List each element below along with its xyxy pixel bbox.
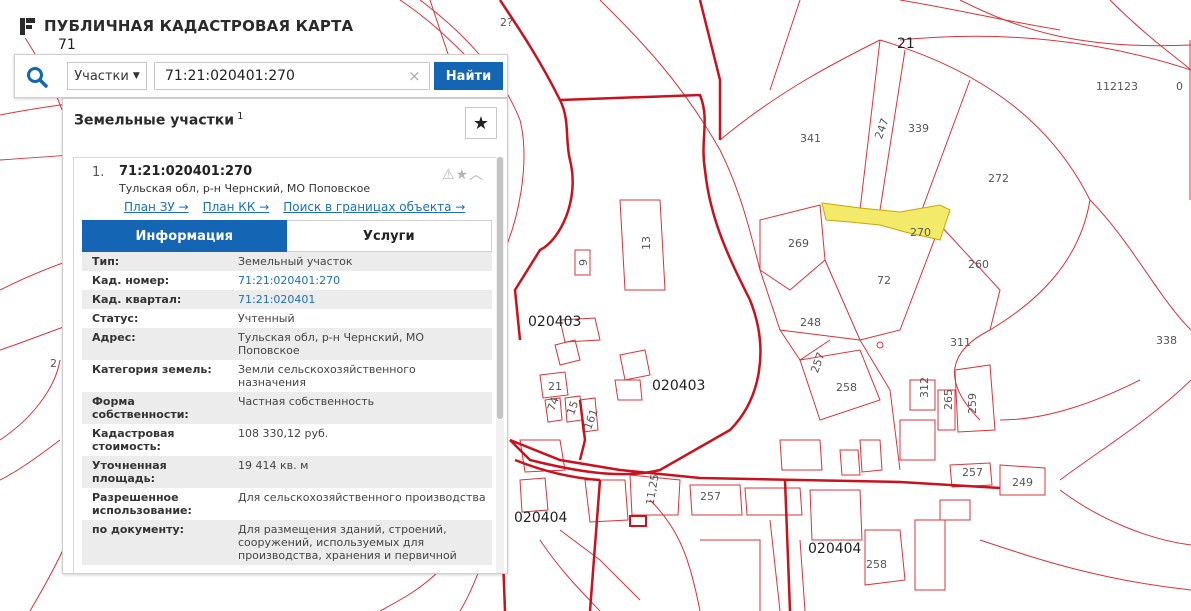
label-265: 265 (942, 389, 955, 410)
info-value: 19 414 кв. м (228, 456, 492, 488)
label-2q: 2? (500, 16, 513, 29)
result-card[interactable]: 1. 71:21:020401:270 Тульская обл, р-н Че… (73, 157, 497, 573)
label-112123: 112123 (1096, 80, 1138, 93)
label-341: 341 (800, 132, 821, 145)
search-in-bounds-link[interactable]: Поиск в границах объекта → (283, 200, 465, 214)
info-key: Кад. квартал: (82, 290, 228, 309)
label-257-c: 257 (700, 490, 721, 503)
info-value: Для сельскохозяйственного производства (238, 491, 486, 504)
search-bar: Участки ▼ × Найти (14, 54, 508, 98)
scrollbar-thumb[interactable] (497, 157, 503, 419)
info-key: Уточненная площадь: (82, 456, 228, 488)
info-row-type: Тип: Земельный участок (82, 252, 492, 271)
info-key: Кад. номер: (92, 274, 170, 287)
tab-info[interactable]: Информация (82, 220, 287, 252)
info-row-by-document: по документу: Для размещения зданий, стр… (82, 520, 492, 565)
label-258-b: 258 (866, 558, 887, 571)
results-count: 1 (237, 111, 244, 122)
info-row-ownership: Форма собственности: Частная собственнос… (82, 392, 492, 424)
label-quarter-020404-a: 020404 (514, 510, 568, 526)
info-key: по документу: (82, 520, 228, 565)
favorites-button[interactable]: ★ (465, 107, 497, 139)
info-value: Земельный участок (228, 252, 492, 271)
info-key: Форма собственности: (82, 392, 228, 424)
label-72: 72 (877, 274, 891, 287)
info-key: Статус: (92, 312, 139, 325)
label-248: 248 (800, 316, 821, 329)
label-0: 0 (1176, 80, 1183, 93)
label-quarter-020403-b: 020403 (652, 378, 705, 394)
map-marker (629, 515, 647, 527)
find-button[interactable]: Найти (434, 62, 503, 90)
card-action-icons[interactable]: ⚠★︿ (442, 164, 484, 184)
info-value: Частная собственность (228, 392, 492, 424)
cad-number-link[interactable]: 71:21:020401:270 (238, 274, 340, 287)
label-339: 339 (908, 122, 929, 135)
search-icon[interactable] (25, 65, 49, 89)
label-quarter-020404-b: 020404 (808, 541, 862, 557)
info-row-permitted-use: Разрешенное использование: Для сельскохо… (82, 488, 492, 520)
info-key: Кадастровая стоимость: (92, 427, 175, 453)
info-value: Учтенный (238, 312, 295, 325)
label-338: 338 (1156, 334, 1177, 347)
label-21: 21 (548, 380, 562, 393)
object-type-select[interactable]: Участки ▼ (67, 62, 147, 90)
label-quarter-21: 21 (897, 36, 915, 52)
label-quarter-020403-a: 020403 (528, 314, 581, 330)
star-icon: ★ (472, 112, 490, 134)
tab-services[interactable]: Услуги (286, 220, 492, 252)
info-row-status: Статус: Учтенный (82, 309, 492, 328)
info-value: 71:21:020401:270 (228, 271, 492, 290)
app-title: ПУБЛИЧНАЯ КАДАСТРОВАЯ КАРТА (44, 17, 354, 35)
info-key: Тип: (82, 252, 228, 271)
info-value: 108 330,12 руб. (238, 427, 329, 440)
label-269: 269 (788, 237, 809, 250)
info-value: Для размещения зданий, строений, сооруже… (228, 520, 492, 565)
result-cad-number[interactable]: 71:21:020401:270 (119, 164, 252, 179)
info-table: Тип: Земельный участок Кад. номер: 71:21… (82, 252, 492, 565)
clear-icon[interactable]: × (408, 67, 421, 85)
info-row-area: Уточненная площадь: 19 414 кв. м (82, 456, 492, 488)
card-tabs: Информация Услуги (82, 220, 492, 252)
info-row-land-category: Категория земель: Земли сельскохозяйстве… (82, 360, 492, 392)
results-header-label: Земельные участки (74, 112, 235, 129)
label-311: 311 (950, 336, 971, 349)
info-row-address: Адрес: Тульская обл, р-н Чернский, МО По… (82, 328, 492, 360)
label-2: 2 (50, 357, 57, 370)
result-index: 1. (92, 165, 105, 180)
label-258-a: 258 (836, 381, 857, 394)
label-257-b: 257 (962, 466, 983, 479)
info-value: Тульская обл, р-н Чернский, МО Поповское (228, 328, 492, 360)
info-row-cadastral-value: Кадастровая стоимость: 108 330,12 руб. (82, 424, 492, 456)
label-13: 13 (640, 236, 653, 250)
info-key: Категория земель: (92, 363, 212, 376)
card-links: План ЗУ → План КК → Поиск в границах объ… (124, 200, 465, 214)
pkk-logo-icon[interactable] (18, 15, 38, 37)
search-input[interactable] (154, 62, 430, 90)
result-address: Тульская обл, р-н Чернский, МО Поповское (119, 182, 371, 195)
info-key: Адрес: (82, 328, 228, 360)
results-panel: Земельные участки 1 ★ 1. 71:21:020401:270… (62, 98, 508, 574)
plan-zu-link[interactable]: План ЗУ → (124, 200, 189, 214)
label-249: 249 (1012, 476, 1033, 489)
label-9: 9 (577, 259, 590, 266)
cad-quarter-link[interactable]: 71:21:020401 (238, 293, 315, 306)
info-key: Разрешенное использование: (92, 491, 192, 517)
label-272: 272 (988, 172, 1009, 185)
label-312: 312 (918, 377, 931, 398)
app-header: ПУБЛИЧНАЯ КАДАСТРОВАЯ КАРТА (14, 14, 358, 38)
info-row-cad-quarter: Кад. квартал: 71:21:020401 (82, 290, 492, 309)
info-value: 71:21:020401 (228, 290, 492, 309)
label-quarter-71: 71 (58, 37, 76, 53)
results-header: Земельные участки 1 (74, 111, 243, 129)
label-259: 259 (966, 393, 979, 414)
caret-down-icon: ▼ (132, 71, 140, 81)
label-260: 260 (968, 258, 989, 271)
info-row-cad-number: Кад. номер: 71:21:020401:270 (82, 271, 492, 290)
label-270: 270 (910, 226, 931, 239)
info-value: Земли сельскохозяйственного назначения (238, 363, 416, 389)
plan-kk-link[interactable]: План КК → (203, 200, 270, 214)
object-type-label: Участки (74, 68, 129, 84)
